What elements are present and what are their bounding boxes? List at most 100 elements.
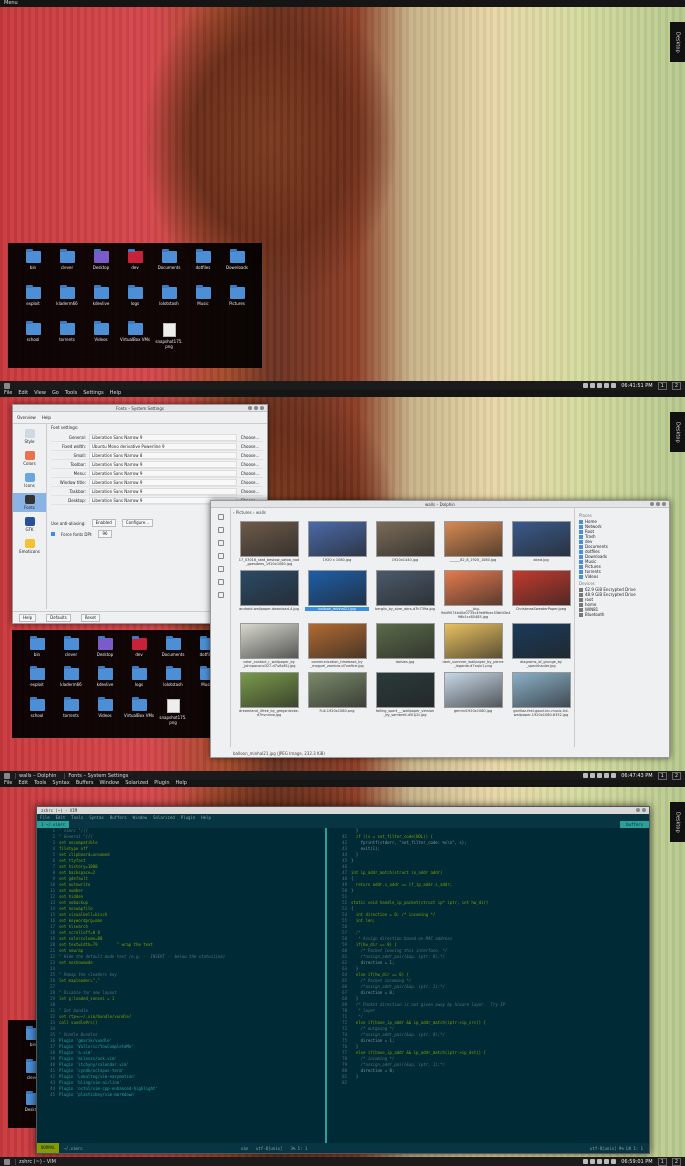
desktop-item[interactable]: Documents bbox=[156, 636, 190, 662]
forward-icon[interactable] bbox=[217, 527, 224, 533]
desktop-item[interactable]: dev bbox=[118, 249, 152, 281]
menu-help[interactable]: Help bbox=[110, 390, 121, 397]
maximize-icon[interactable] bbox=[656, 502, 660, 506]
launcher-icon[interactable] bbox=[4, 772, 10, 779]
settings-icon[interactable] bbox=[217, 592, 224, 598]
notification-icon[interactable] bbox=[611, 1159, 617, 1164]
pager-desktop-2[interactable]: 2 bbox=[671, 1157, 681, 1166]
desktop-tab[interactable]: Desktop bbox=[670, 22, 685, 62]
choose-button[interactable]: Choose... bbox=[237, 444, 263, 449]
task-entry[interactable]: walls – Dolphin bbox=[15, 772, 59, 779]
category-colors[interactable]: Colors bbox=[13, 449, 46, 468]
desktop-item[interactable]: kdevlive bbox=[84, 285, 118, 317]
vim-menu-plugin[interactable]: Plugin bbox=[181, 814, 195, 821]
volume-icon[interactable] bbox=[583, 773, 589, 778]
desktop-item[interactable]: clever bbox=[50, 249, 84, 281]
desktop-item[interactable]: VirtualBox VMs bbox=[122, 696, 156, 730]
left-split-vimrc[interactable]: 1 " vimrc "{{{2 " General "{{{3 set nocompa… bbox=[37, 828, 325, 1143]
file-item[interactable]: ____big- 9dd9074b40e0735c49e69bec55bfd3e… bbox=[439, 570, 510, 619]
pager-desktop-1[interactable]: 1 bbox=[657, 381, 667, 390]
battery-icon[interactable] bbox=[597, 1159, 603, 1164]
minimize-icon[interactable] bbox=[636, 808, 640, 812]
vim-menu-syntax[interactable]: Syntax bbox=[89, 814, 103, 821]
reset-button[interactable]: Reset bbox=[80, 613, 101, 622]
tab-vimrc[interactable]: 1 ~/.vimrc bbox=[37, 821, 70, 828]
desktop-item[interactable]: Documents bbox=[152, 249, 186, 281]
desktop-item[interactable]: Downloads bbox=[220, 249, 254, 281]
menu-file[interactable]: File bbox=[4, 390, 12, 397]
desktop-item[interactable]: clever bbox=[54, 636, 88, 662]
menu-edit[interactable]: Edit bbox=[18, 780, 28, 787]
desktop-item[interactable]: lolotstash bbox=[152, 285, 186, 317]
desktop-item[interactable]: Videos bbox=[88, 696, 122, 730]
task-entry[interactable]: zshrc (~) - VIM bbox=[15, 1158, 59, 1165]
back-icon[interactable] bbox=[217, 514, 224, 520]
desktop-item[interactable]: Music bbox=[186, 285, 220, 317]
menu-file[interactable]: File bbox=[4, 780, 12, 787]
dpi-spinbox[interactable]: 96 bbox=[98, 530, 112, 538]
desktop-item[interactable]: kladerm66 bbox=[50, 285, 84, 317]
desktop-item[interactable]: Desktop bbox=[84, 249, 118, 281]
desktop-item[interactable]: school bbox=[20, 696, 54, 730]
menu-settings[interactable]: Settings bbox=[83, 390, 104, 397]
desktop-item[interactable]: Videos bbox=[84, 321, 118, 360]
desktop-item[interactable]: Desktop bbox=[88, 636, 122, 662]
split-icon[interactable] bbox=[217, 553, 224, 559]
breadcrumb[interactable]: › Pictures › walls bbox=[233, 510, 266, 515]
view-icon[interactable] bbox=[217, 540, 224, 546]
desktop-item[interactable]: logs bbox=[118, 285, 152, 317]
menu-help[interactable]: Help bbox=[176, 780, 187, 787]
category-fonts[interactable]: Fonts bbox=[13, 493, 46, 512]
dpi-checkbox[interactable] bbox=[51, 532, 55, 536]
file-item[interactable]: ChristmasSweaterPaper.jpeg bbox=[507, 570, 575, 619]
vertical-split-separator[interactable] bbox=[325, 828, 327, 1143]
vim-menu-window[interactable]: Window bbox=[133, 814, 147, 821]
desktop-item[interactable]: kdevlive bbox=[88, 666, 122, 692]
desktop-item[interactable]: torrents bbox=[54, 696, 88, 730]
antialias-select[interactable]: Enabled bbox=[91, 519, 116, 527]
category-style[interactable]: Style bbox=[13, 427, 46, 446]
vim-menu-file[interactable]: File bbox=[40, 814, 50, 821]
file-item[interactable]: color_contact_r_wallpaper_by _johnpacono… bbox=[235, 623, 303, 668]
file-item[interactable]: 1920 x 1080.jpg bbox=[303, 521, 371, 566]
vim-menu-help[interactable]: Help bbox=[201, 814, 211, 821]
menu-window[interactable]: Window bbox=[99, 780, 119, 787]
clock[interactable]: 06:47:43 PM bbox=[621, 773, 652, 779]
file-item[interactable]: Full-1920x1080.png bbox=[303, 672, 371, 717]
network-icon[interactable] bbox=[590, 383, 596, 388]
file-item[interactable]: android-wallpaper-download-4.jpg bbox=[235, 570, 303, 619]
launcher-icon[interactable] bbox=[4, 1158, 10, 1165]
file-item[interactable]: 17_03016_skat_bestow_satoa_nad _goesdees… bbox=[235, 521, 303, 566]
menu-tools[interactable]: Tools bbox=[34, 780, 46, 787]
menu-view[interactable]: View bbox=[34, 390, 46, 397]
desktop-item[interactable]: kladerm66 bbox=[54, 666, 88, 692]
pager-desktop-2[interactable]: 2 bbox=[671, 381, 681, 390]
file-item[interactable]: gorillaz-feel-good-inc-music-hd- wallpap… bbox=[507, 672, 575, 717]
menu-tools[interactable]: Tools bbox=[65, 390, 77, 397]
desktop-item[interactable]: Pictures bbox=[220, 285, 254, 317]
close-icon[interactable] bbox=[642, 808, 646, 812]
vim-menu-buffers[interactable]: Buffers bbox=[110, 814, 127, 821]
place-videos[interactable]: Videos bbox=[579, 574, 669, 579]
file-item[interactable]: dreamland_4free_by_gregsnlecke- d7hvnnnw… bbox=[235, 672, 303, 717]
desktop-item[interactable]: logs bbox=[122, 666, 156, 692]
file-item[interactable]: communication_timebase_by _moguel_zambra… bbox=[303, 623, 371, 668]
choose-button[interactable]: Choose... bbox=[237, 462, 263, 467]
clock[interactable]: 06:59:01 PM bbox=[621, 1159, 652, 1165]
desktop-tab[interactable]: Desktop bbox=[670, 802, 685, 842]
file-item[interactable]: falling_sport___wallpaper_version _by_sa… bbox=[371, 672, 439, 717]
overview-button[interactable]: Overview bbox=[17, 415, 36, 420]
menu-go[interactable]: Go bbox=[52, 390, 59, 397]
volume-icon[interactable] bbox=[583, 383, 589, 388]
battery-icon[interactable] bbox=[597, 773, 603, 778]
desktop-tab[interactable]: Desktop bbox=[670, 412, 685, 452]
preview-icon[interactable] bbox=[217, 579, 224, 585]
close-icon[interactable] bbox=[662, 502, 666, 506]
desktop-item[interactable]: exploit bbox=[16, 285, 50, 317]
file-item[interactable]: gemini1920x1080.jpg bbox=[439, 672, 507, 717]
volume-icon[interactable] bbox=[583, 1159, 589, 1164]
vim-menu-tools[interactable]: Tools bbox=[71, 814, 83, 821]
launcher-icon[interactable] bbox=[4, 382, 10, 389]
menu-solarized[interactable]: Solarized bbox=[125, 780, 148, 787]
file-item[interactable]: diagrams_of_grunge_by _speckhauler.jpg bbox=[507, 623, 575, 668]
